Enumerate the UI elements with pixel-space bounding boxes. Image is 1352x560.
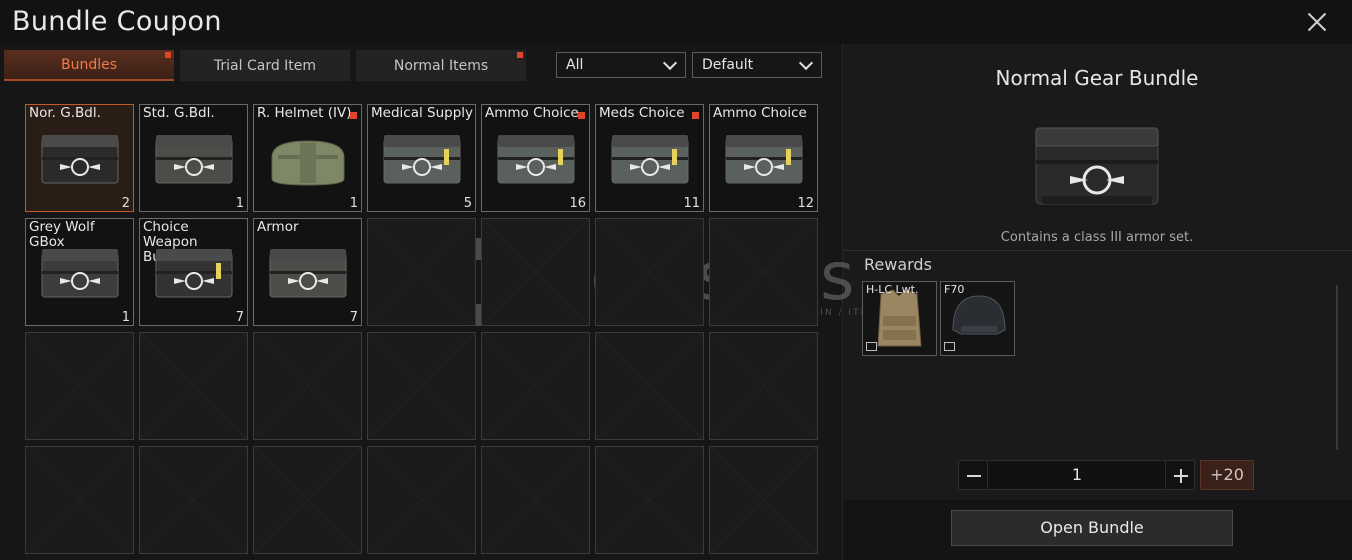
item-count: 12 bbox=[797, 196, 814, 211]
tab-normal-items[interactable]: Normal Items bbox=[356, 50, 526, 81]
box-icon bbox=[944, 342, 955, 351]
reward-name: H-LC Lwt. bbox=[866, 283, 919, 296]
plus-button[interactable] bbox=[1165, 460, 1195, 490]
empty-slot bbox=[139, 446, 248, 554]
item-count: 7 bbox=[235, 310, 244, 325]
empty-slot bbox=[367, 218, 476, 326]
tab-label: Trial Card Item bbox=[213, 57, 317, 74]
scrollbar[interactable] bbox=[1336, 285, 1338, 450]
item-slot[interactable]: Choice Weapon Bundle7 bbox=[139, 218, 248, 326]
item-count: 16 bbox=[569, 196, 586, 211]
empty-slot bbox=[595, 218, 704, 326]
item-slot[interactable]: Meds Choice 11 bbox=[595, 104, 704, 212]
item-slot[interactable]: Armor 7 bbox=[253, 218, 362, 326]
notification-dot bbox=[517, 52, 523, 58]
notification-dot bbox=[692, 112, 699, 119]
detail-description: Contains a class III armor set. bbox=[1000, 230, 1194, 245]
notification-dot bbox=[350, 112, 357, 119]
close-icon[interactable] bbox=[1302, 8, 1332, 38]
medical-crate-icon bbox=[383, 135, 461, 184]
empty-slot bbox=[481, 446, 590, 554]
item-count: 7 bbox=[349, 310, 358, 325]
category-select[interactable]: All bbox=[556, 52, 686, 78]
tab-label: Normal Items bbox=[393, 57, 489, 74]
item-name: Nor. G.Bdl. bbox=[29, 105, 101, 121]
tab-label: Bundles bbox=[60, 56, 118, 73]
rewards-label: Rewards bbox=[864, 255, 932, 274]
item-slot[interactable]: Medical Supply 5 bbox=[367, 104, 476, 212]
item-count: 1 bbox=[349, 196, 358, 211]
empty-slot bbox=[25, 332, 134, 440]
detail-title: Normal Gear Bundle bbox=[995, 66, 1199, 90]
camo-crate-icon bbox=[269, 249, 347, 298]
empty-slot bbox=[481, 332, 590, 440]
empty-slot bbox=[709, 332, 818, 440]
sort-select[interactable]: Default bbox=[692, 52, 822, 78]
title: Bundle Coupon bbox=[12, 6, 222, 37]
tab-trial-card-item[interactable]: Trial Card Item bbox=[180, 50, 350, 81]
chevron-down-icon bbox=[798, 55, 814, 71]
tab-bundles[interactable]: Bundles bbox=[4, 50, 174, 81]
empty-slot bbox=[709, 218, 818, 326]
sort-value: Default bbox=[702, 57, 754, 73]
plus-20-button[interactable]: +20 bbox=[1200, 460, 1254, 490]
empty-slot bbox=[481, 218, 590, 326]
item-slot[interactable]: Ammo Choice 12 bbox=[709, 104, 818, 212]
empty-slot bbox=[595, 446, 704, 554]
ammo-crate-icon bbox=[725, 135, 803, 184]
item-name: Ammo Choice bbox=[713, 105, 807, 121]
ammo-crate-icon bbox=[497, 135, 575, 184]
meds-crate-icon bbox=[611, 135, 689, 184]
open-bundle-button[interactable]: Open Bundle bbox=[951, 510, 1233, 546]
item-count: 1 bbox=[121, 310, 130, 325]
quantity-input[interactable]: 1 bbox=[988, 460, 1166, 490]
notification-dot bbox=[578, 112, 585, 119]
empty-slot bbox=[367, 332, 476, 440]
camo-crate-icon bbox=[155, 135, 233, 184]
weapon-crate-icon bbox=[155, 249, 233, 298]
item-slot[interactable]: Nor. G.Bdl. 2 bbox=[25, 104, 134, 212]
category-value: All bbox=[566, 57, 584, 73]
item-count: 1 bbox=[235, 196, 244, 211]
item-slot[interactable]: Std. G.Bdl. 1 bbox=[139, 104, 248, 212]
empty-slot bbox=[253, 332, 362, 440]
reward-name: F70 bbox=[944, 283, 965, 296]
reward-item[interactable]: H-LC Lwt. bbox=[862, 281, 937, 356]
item-name: Medical Supply bbox=[371, 105, 474, 121]
item-slot[interactable]: R. Helmet (IV) 1 bbox=[253, 104, 362, 212]
item-count: 2 bbox=[121, 196, 130, 211]
item-name: Std. G.Bdl. bbox=[143, 105, 215, 121]
box-icon bbox=[866, 342, 877, 351]
item-slot[interactable]: Grey Wolf GBox 1 bbox=[25, 218, 134, 326]
item-name: Armor bbox=[257, 219, 299, 235]
item-grid: Nor. G.Bdl. 2 Std. G.Bdl. 1 R. Helmet (IV) 1 M… bbox=[25, 104, 818, 554]
black-crate-icon bbox=[41, 135, 119, 184]
empty-slot bbox=[367, 446, 476, 554]
item-count: 5 bbox=[463, 196, 472, 211]
empty-slot bbox=[253, 446, 362, 554]
grey-crate-icon bbox=[41, 249, 119, 298]
item-name: Ammo Choice bbox=[485, 105, 579, 121]
black-crate-icon bbox=[1035, 127, 1159, 205]
divider bbox=[843, 250, 1352, 251]
item-name: R. Helmet (IV) bbox=[257, 105, 352, 121]
empty-slot bbox=[25, 446, 134, 554]
item-count: 11 bbox=[683, 196, 700, 211]
empty-slot bbox=[139, 332, 248, 440]
item-name: Meds Choice bbox=[599, 105, 685, 121]
minus-button[interactable] bbox=[958, 460, 988, 490]
notification-dot bbox=[165, 52, 171, 58]
reward-item[interactable]: F70 bbox=[940, 281, 1015, 356]
empty-slot bbox=[709, 446, 818, 554]
green-bag-icon bbox=[271, 140, 345, 186]
empty-slot bbox=[595, 332, 704, 440]
item-slot[interactable]: Ammo Choice 16 bbox=[481, 104, 590, 212]
chevron-down-icon bbox=[662, 55, 678, 71]
